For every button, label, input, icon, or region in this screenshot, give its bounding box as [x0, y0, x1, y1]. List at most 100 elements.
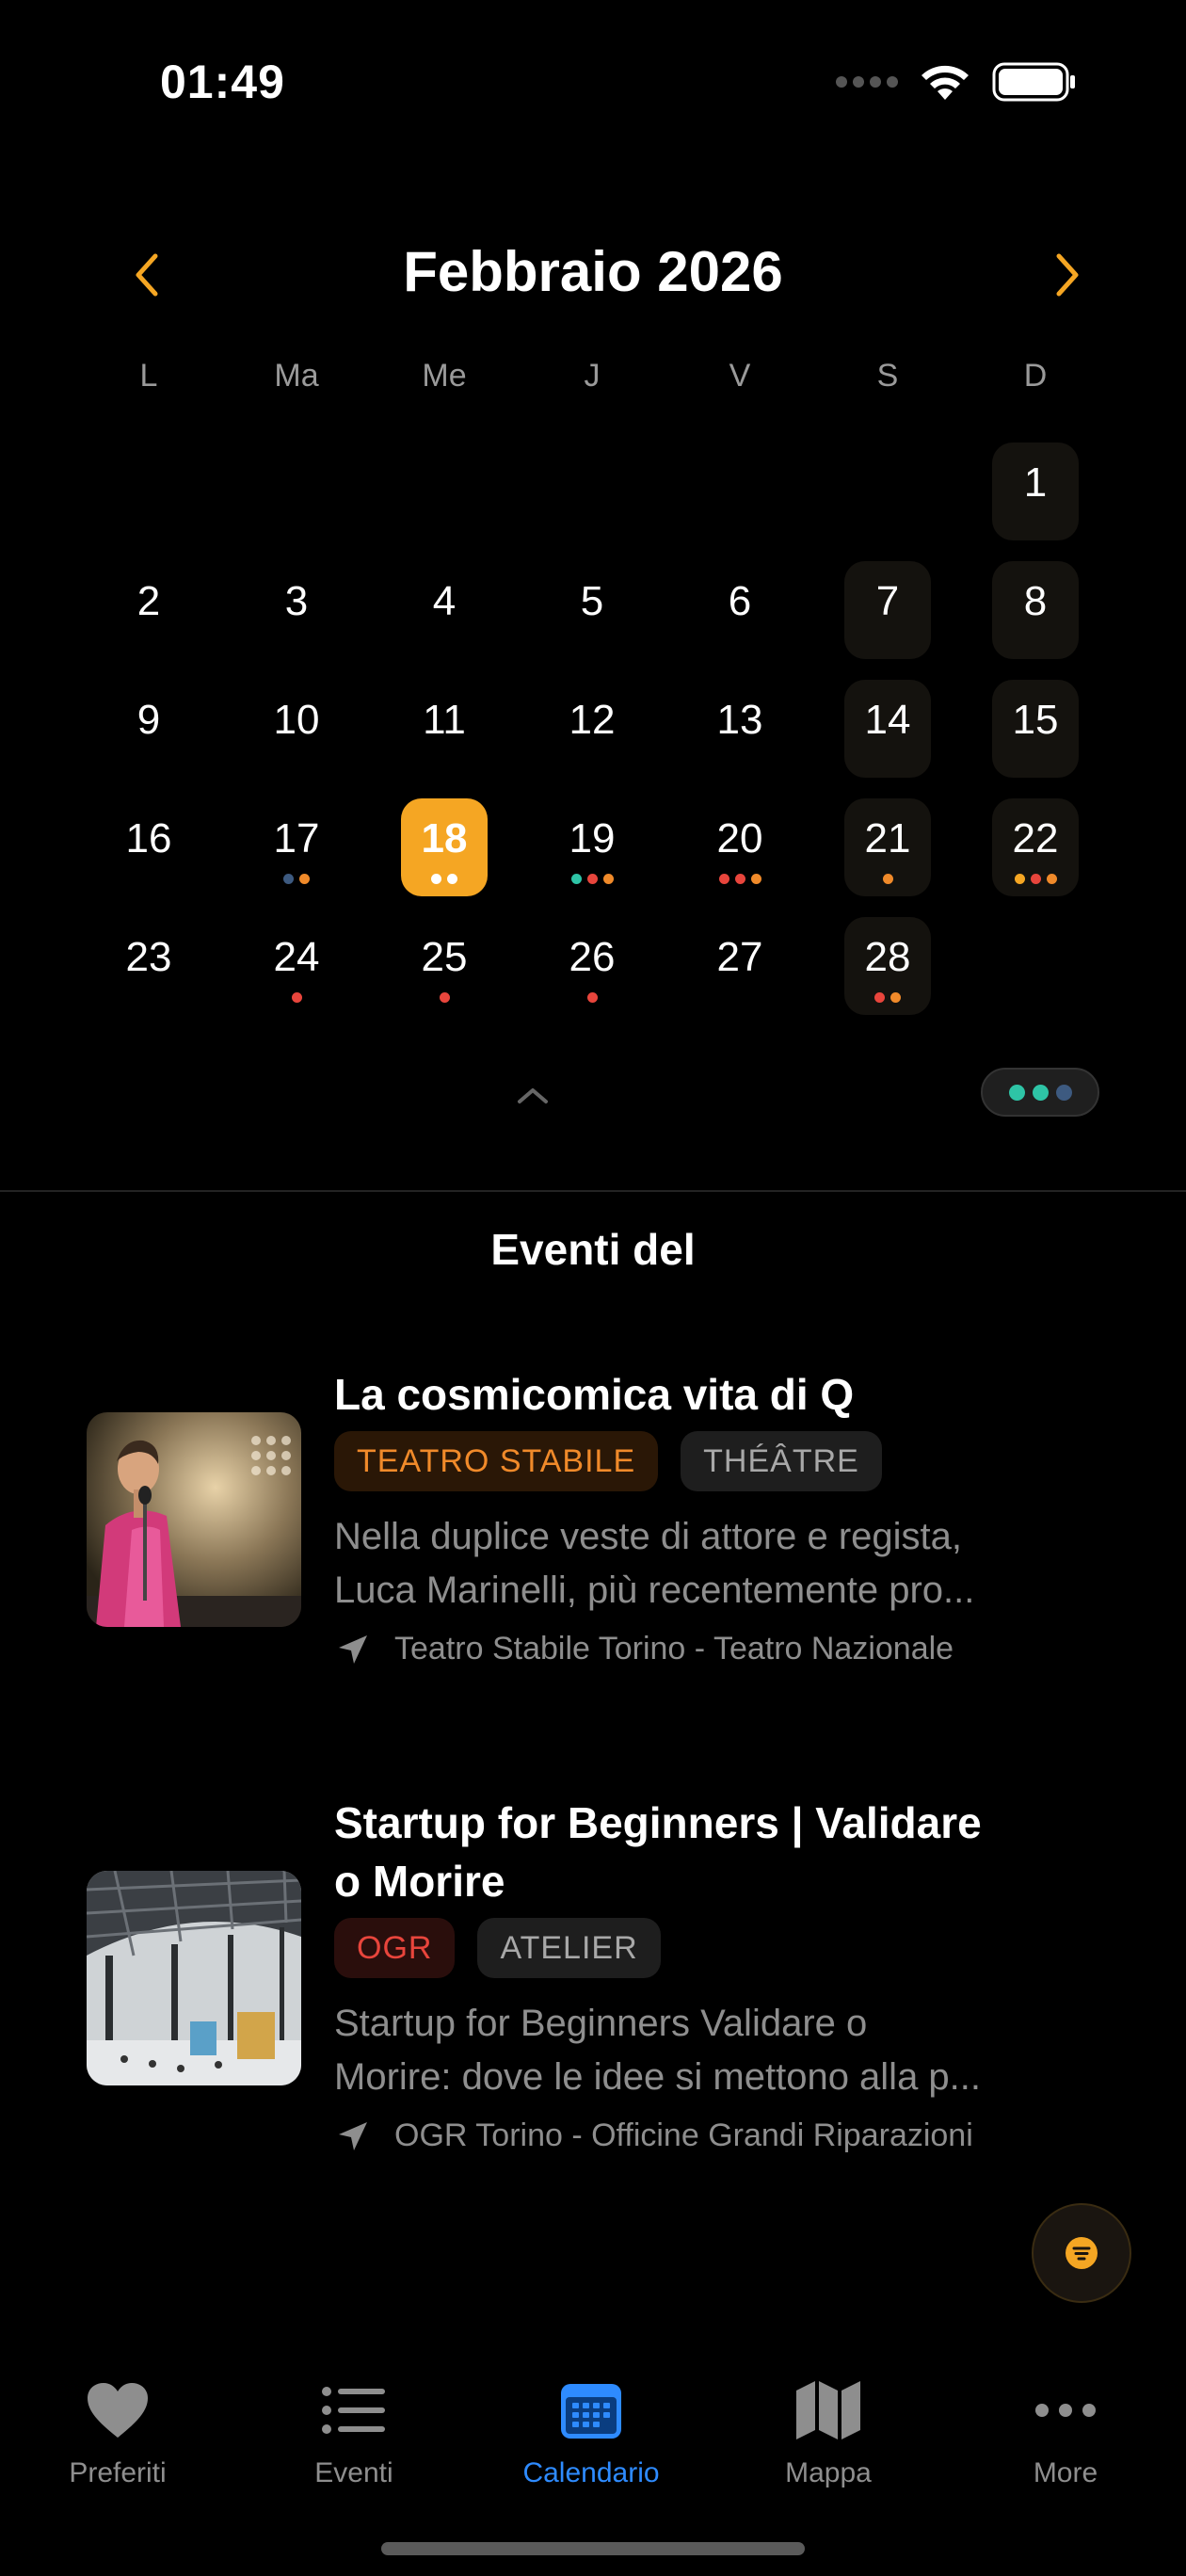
weekday-label: D	[1023, 358, 1048, 394]
calendar-day[interactable]: 24	[253, 917, 340, 1015]
category-tag[interactable]: ATELIER	[477, 1918, 661, 1978]
weekday-label: J	[584, 358, 601, 394]
tab-more[interactable]: More	[971, 2373, 1160, 2489]
event-title-line: o Morire	[334, 1857, 505, 1906]
weekday-label: Me	[422, 358, 467, 394]
battery-icon	[992, 62, 1075, 102]
location-arrow-icon	[339, 2121, 367, 2150]
calendar-day-selected[interactable]: 18	[401, 798, 488, 896]
event-dots	[844, 992, 931, 1003]
legend-dot	[1032, 1084, 1049, 1101]
next-month-button[interactable]	[1039, 247, 1096, 303]
wifi-icon	[922, 65, 969, 100]
calendar-day[interactable]: 5	[549, 561, 635, 659]
collapse-calendar-button[interactable]	[514, 1081, 552, 1109]
event-details: La cosmicomica vita di Q TEATRO STABILE …	[334, 1365, 1050, 1667]
calendar-day[interactable]: 23	[105, 917, 192, 1015]
calendar-icon	[561, 2384, 621, 2439]
event-dots	[844, 874, 931, 884]
calendar-day[interactable]: 6	[697, 561, 783, 659]
calendar-day[interactable]: 10	[253, 680, 340, 778]
legend-dot	[1008, 1084, 1025, 1101]
event-details: Startup for Beginners | Validare o Morir…	[334, 1794, 1050, 2154]
tab-label: Mappa	[785, 2457, 872, 2488]
filter-button[interactable]	[1032, 2203, 1131, 2303]
event-description-line: Nella duplice veste di attore e regista,	[334, 1516, 963, 1557]
calendar-day[interactable]: 17	[253, 798, 340, 896]
event-description-line: Startup for Beginners Validare o	[334, 2003, 868, 2044]
calendar-day[interactable]: 22	[992, 798, 1079, 896]
tab-label: More	[1033, 2457, 1098, 2488]
weekday-label: L	[139, 358, 158, 394]
location-arrow-icon	[339, 1634, 367, 1664]
calendar-day[interactable]: 1	[992, 443, 1079, 540]
category-tag[interactable]: THÉÂTRE	[681, 1431, 882, 1491]
calendar-day[interactable]: 2	[105, 561, 192, 659]
divider	[0, 1190, 1186, 1192]
event-dots	[549, 992, 635, 1003]
calendar-day[interactable]: 9	[105, 680, 192, 778]
legend-dot	[1055, 1084, 1072, 1101]
event-location: OGR Torino - Officine Grandi Riparazioni	[334, 2117, 1050, 2154]
weekday-label: S	[876, 358, 899, 394]
event-description: Startup for Beginners Validare o Morire:…	[334, 1997, 1050, 2104]
tab-label: Preferiti	[69, 2457, 167, 2488]
event-title: Startup for Beginners | Validare o Morir…	[334, 1794, 1050, 1910]
tab-eventi[interactable]: Eventi	[260, 2373, 448, 2489]
calendar-day[interactable]: 28	[844, 917, 931, 1015]
tab-label: Calendario	[522, 2457, 660, 2488]
ellipsis-icon	[1035, 2404, 1096, 2417]
cellular-signal-icon	[836, 76, 898, 88]
event-dots	[992, 874, 1079, 884]
weekday-header: L Ma Me J V S D	[0, 358, 1186, 405]
chevron-up-icon	[518, 1088, 548, 1103]
calendar-day[interactable]: 11	[401, 680, 488, 778]
event-tags: OGR ATELIER	[334, 1918, 1050, 1978]
calendar-day[interactable]: 13	[697, 680, 783, 778]
calendar-header: Febbraio 2026	[0, 235, 1186, 311]
event-dots	[253, 992, 340, 1003]
calendar-day[interactable]: 7	[844, 561, 931, 659]
weekday-label: V	[729, 358, 751, 394]
venue-tag[interactable]: TEATRO STABILE	[334, 1431, 659, 1491]
category-legend-button[interactable]	[981, 1068, 1099, 1117]
event-dots	[549, 874, 635, 884]
event-dots	[253, 874, 340, 884]
status-indicators	[836, 62, 1077, 102]
calendar-day[interactable]: 4	[401, 561, 488, 659]
event-description-line: Luca Marinelli, più recentemente pro...	[334, 1570, 975, 1611]
calendar-day[interactable]: 25	[401, 917, 488, 1015]
chevron-right-icon	[1056, 253, 1079, 297]
event-dots	[401, 992, 488, 1003]
filter-icon	[1066, 2237, 1098, 2269]
event-description-line: Morire: dove le idee si mettono alla p..…	[334, 2056, 982, 2098]
month-title: Febbraio 2026	[403, 240, 783, 303]
event-thumbnail	[87, 1871, 301, 2085]
calendar-day[interactable]: 8	[992, 561, 1079, 659]
calendar-day[interactable]: 12	[549, 680, 635, 778]
event-title: La cosmicomica vita di Q	[334, 1370, 855, 1419]
heart-icon	[88, 2383, 148, 2438]
tab-label: Eventi	[314, 2457, 393, 2488]
calendar-day[interactable]: 27	[697, 917, 783, 1015]
calendar-day[interactable]: 3	[253, 561, 340, 659]
tab-mappa[interactable]: Mappa	[734, 2373, 922, 2489]
home-indicator	[381, 2542, 805, 2555]
event-location-text: OGR Torino - Officine Grandi Riparazioni	[394, 2117, 973, 2153]
event-dots	[697, 874, 783, 884]
map-icon	[796, 2381, 860, 2439]
calendar-day[interactable]: 19	[549, 798, 635, 896]
event-title-line: Startup for Beginners | Validare	[334, 1798, 982, 1847]
calendar-day[interactable]: 21	[844, 798, 931, 896]
calendar-day[interactable]: 14	[844, 680, 931, 778]
event-tags: TEATRO STABILE THÉÂTRE	[334, 1431, 1050, 1491]
calendar-day[interactable]: 20	[697, 798, 783, 896]
weekday-label: Ma	[274, 358, 319, 394]
tab-calendario[interactable]: Calendario	[497, 2373, 685, 2489]
event-location-text: Teatro Stabile Torino - Teatro Nazionale	[394, 1631, 954, 1666]
calendar-day[interactable]: 16	[105, 798, 192, 896]
venue-tag[interactable]: OGR	[334, 1918, 456, 1978]
tab-preferiti[interactable]: Preferiti	[24, 2373, 212, 2489]
calendar-day[interactable]: 15	[992, 680, 1079, 778]
calendar-day[interactable]: 26	[549, 917, 635, 1015]
